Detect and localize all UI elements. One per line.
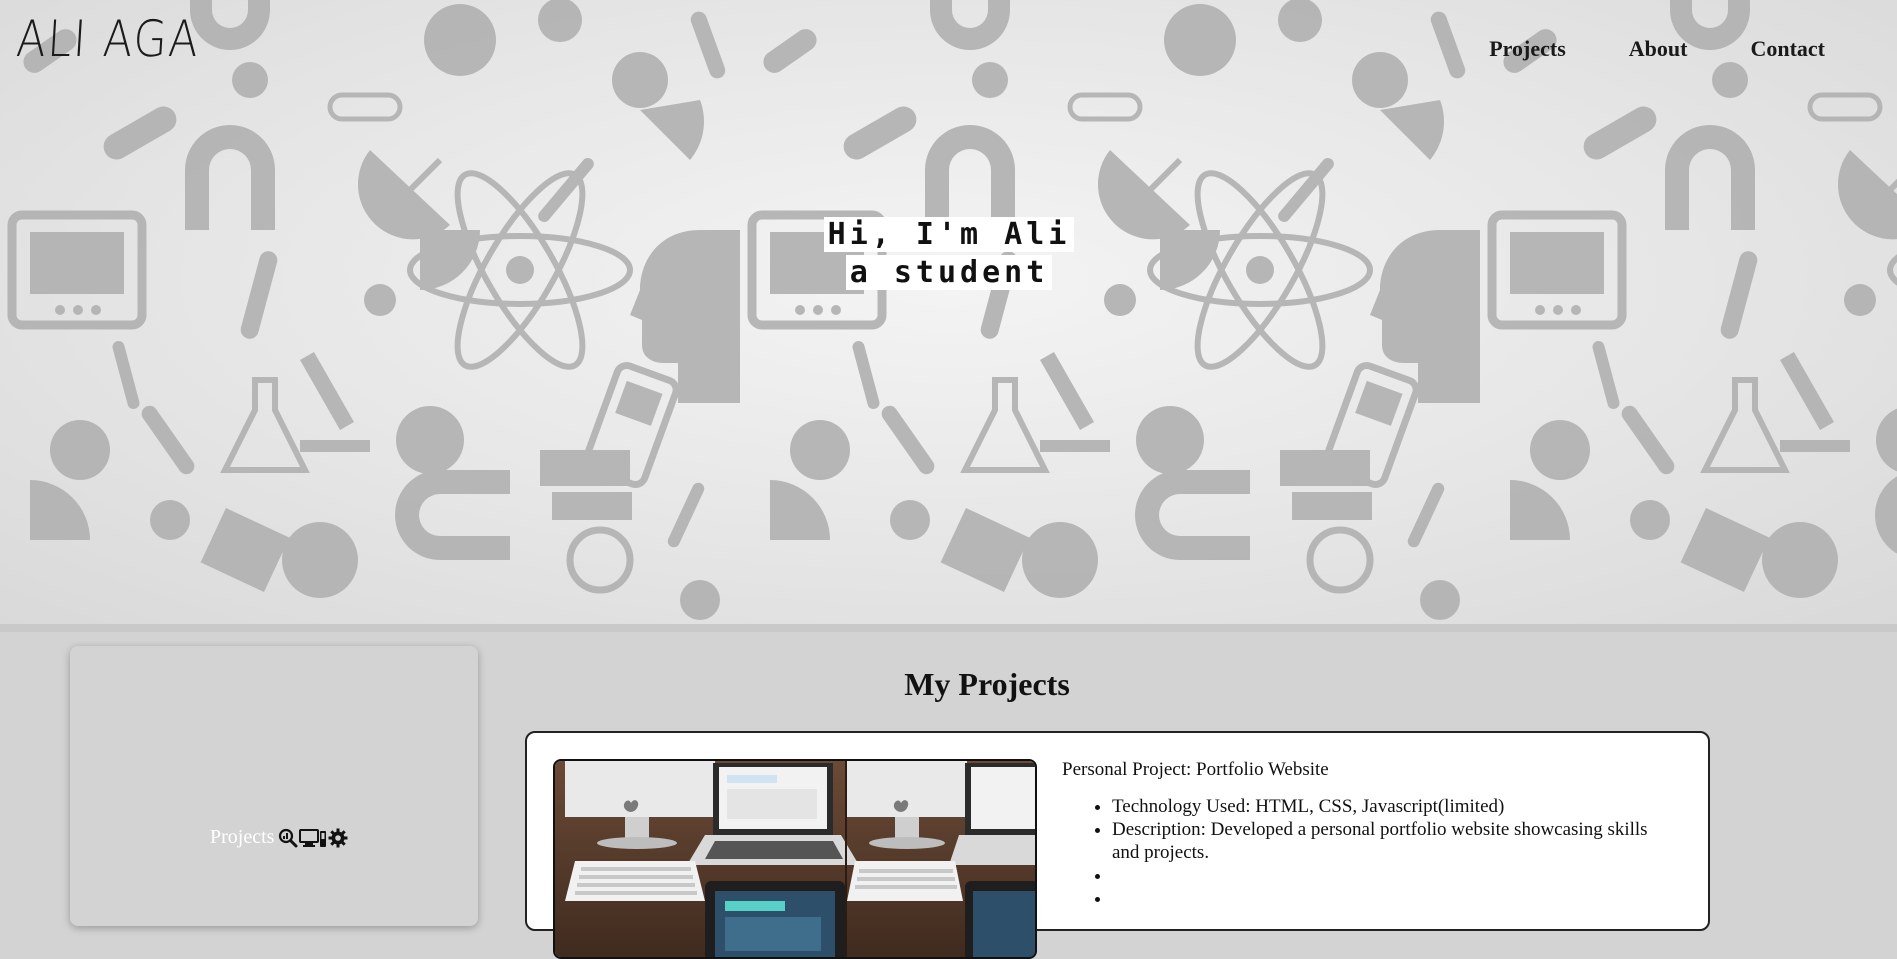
project-title: Personal Project: Portfolio Website (1062, 759, 1329, 780)
project-card: Personal Project: Portfolio Website Tech… (525, 731, 1710, 959)
sidebar-panel: Projects (70, 646, 478, 926)
gear-icon (328, 828, 348, 847)
computer-devices-icon (299, 828, 327, 847)
project-detail-empty (1112, 864, 1652, 887)
science-pattern-background (0, 0, 1897, 624)
project-detail-empty (1112, 887, 1652, 910)
workspace-devices-image (555, 761, 1035, 957)
hero-greeting: Hi, I'm Ali (823, 217, 1075, 252)
chart-search-icon (279, 828, 298, 847)
sidebar-link-projects[interactable]: Projects (210, 826, 348, 849)
hero-divider (0, 624, 1897, 632)
project-technology: Technology Used: HTML, CSS, Javascript(l… (1112, 795, 1652, 818)
nav-link-projects[interactable]: Projects (1489, 36, 1566, 62)
site-logo[interactable]: ALI AGA (15, 10, 202, 68)
nav-link-about[interactable]: About (1629, 36, 1688, 62)
hero-subtitle: a student (845, 255, 1053, 290)
project-detail-list: Technology Used: HTML, CSS, Javascript(l… (1062, 795, 1652, 910)
nav-link-contact[interactable]: Contact (1750, 36, 1825, 62)
project-details: Personal Project: Portfolio Website Tech… (1062, 759, 1652, 910)
sidebar-link-label: Projects (210, 826, 275, 848)
projects-heading: My Projects (904, 666, 1070, 702)
hero-intro: Hi, I'm Ali a student (822, 216, 1076, 292)
hero-banner: ALI AGA Projects About Contact Hi, I'm A… (0, 0, 1897, 624)
sidebar-icon-group (278, 828, 348, 848)
project-description: Description: Developed a personal portfo… (1112, 818, 1652, 864)
main-nav: Projects About Contact (1489, 36, 1825, 62)
project-thumbnail[interactable] (553, 759, 1037, 959)
